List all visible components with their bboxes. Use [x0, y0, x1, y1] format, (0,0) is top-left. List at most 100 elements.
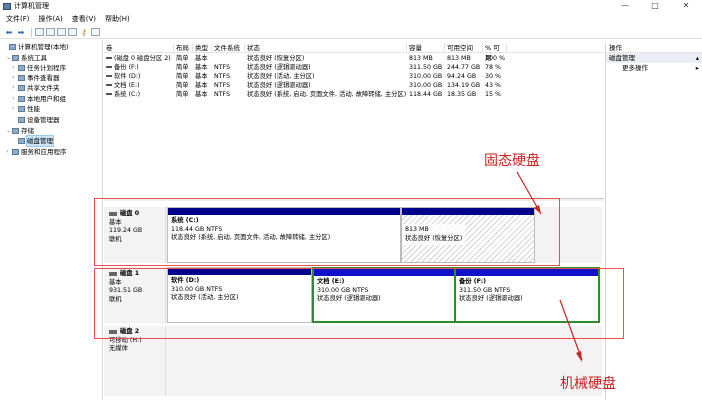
disk-info[interactable]: 磁盘 1 基本 931.51 GB 联机: [104, 267, 166, 323]
hdd-annotation-label: 机械硬盘: [560, 376, 616, 392]
partition-bar: [168, 208, 400, 215]
tree-item-shared-folders[interactable]: › 共享文件夹: [12, 83, 60, 93]
menu-action[interactable]: 操作(A): [39, 14, 63, 24]
disk-icon: [109, 212, 117, 217]
users-icon: [18, 96, 25, 102]
show-hide-tree-icon[interactable]: [46, 28, 55, 36]
tree-item-storage[interactable]: ⌄ 存储: [6, 126, 34, 136]
partition-e[interactable]: 文档 (E:) 310.00 GB NTFS 状态良好 (逻辑驱动器): [312, 267, 456, 323]
partition-name: 系统 (C:): [171, 217, 199, 224]
disk-size: 931.51 GB: [109, 287, 143, 294]
computer-management-icon: [3, 2, 11, 10]
services-icon: [12, 149, 19, 155]
tools-icon: [12, 55, 19, 61]
computer-icon: [9, 44, 16, 50]
menu-file[interactable]: 文件(F): [6, 14, 30, 24]
partition-text: 系统 (C:) 118.44 GB NTFS 状态良好 (系统, 启动, 页面文…: [168, 215, 400, 245]
tree-item-performance[interactable]: › 性能: [12, 104, 40, 114]
partition-f[interactable]: 备份 (F:) 311.50 GB NTFS 状态良好 (逻辑驱动器): [454, 267, 600, 323]
tree-item-label: 系统工具: [21, 54, 47, 62]
partition-bar: [314, 269, 454, 276]
tree-item-label: 共享文件夹: [27, 84, 60, 92]
tree-item-label: 服务和应用程序: [21, 148, 67, 156]
disk-info[interactable]: 磁盘 2 可移动 (H:) 无媒体: [104, 326, 166, 396]
disk-row-1: 磁盘 1 基本 931.51 GB 联机 软件 (D:) 310.00 GB N…: [104, 267, 602, 323]
key-icon[interactable]: ⚷: [79, 28, 89, 37]
tree-item-device-manager[interactable]: 设备管理器: [12, 115, 60, 125]
tree-item-label: 磁盘管理: [26, 135, 54, 147]
column-header-percent-free[interactable]: % 可用: [483, 43, 507, 62]
maximize-button[interactable]: □: [640, 0, 670, 12]
event-viewer-icon: [18, 75, 25, 81]
partition-recovery[interactable]: 813 MB 状态良好 (恢复分区): [401, 207, 535, 263]
partition-c[interactable]: 系统 (C:) 118.44 GB NTFS 状态良好 (系统, 启动, 页面文…: [167, 207, 401, 263]
disk-name-text: 磁盘 2: [120, 328, 140, 335]
partition-size: 310.00 GB NTFS: [317, 286, 369, 294]
back-arrow-icon[interactable]: ⬅: [4, 28, 14, 37]
tree-item-disk-management[interactable]: 磁盘管理: [12, 135, 54, 147]
disk-name-text: 磁盘 1: [120, 270, 140, 277]
partition-status: 状态良好 (活动, 主分区): [171, 294, 239, 301]
folder-up-icon[interactable]: [35, 28, 44, 36]
minimize-button[interactable]: —: [610, 0, 640, 12]
tree-item-label: 设备管理器: [27, 116, 60, 124]
forward-arrow-icon[interactable]: ➡: [16, 28, 26, 37]
column-header-capacity[interactable]: 容量: [407, 43, 445, 53]
volume-icon: [106, 66, 112, 68]
menu-view[interactable]: 查看(V): [72, 14, 96, 24]
cell-volume-text: 系统 (C:): [114, 91, 141, 98]
disk-size: 119.24 GB: [109, 227, 143, 234]
column-header-filesystem[interactable]: 文件系统: [212, 43, 245, 53]
more-actions-item[interactable]: 更多操作 ▸: [606, 63, 702, 73]
ssd-annotation-label: 固态硬盘: [484, 153, 540, 169]
partition-name: 软件 (D:): [171, 277, 200, 284]
actions-section-disk-management[interactable]: 磁盘管理 ▴: [606, 53, 702, 63]
column-header-volume[interactable]: 卷: [104, 43, 174, 53]
view-icon[interactable]: [91, 28, 100, 36]
table-row[interactable]: 系统 (C:) 简单 基本 NTFS 状态良好 (系统, 启动, 页面文件, 活…: [104, 90, 604, 100]
disk-status: 无媒体: [109, 345, 128, 352]
collapse-up-icon[interactable]: ▴: [696, 53, 699, 63]
partition-bar: [402, 208, 534, 215]
disk-info[interactable]: 磁盘 0 基本 119.24 GB 联机: [104, 207, 166, 263]
column-header-layout[interactable]: 布局: [174, 43, 193, 53]
cell-volume: 系统 (C:): [104, 90, 174, 100]
disk-type: 基本: [109, 278, 122, 286]
menu-help[interactable]: 帮助(H): [105, 14, 130, 24]
cell-volume-text: 文档 (E:): [114, 82, 140, 89]
cell-percent-free: 15 %: [485, 91, 501, 98]
pane-splitter[interactable]: [104, 198, 604, 201]
column-header-status[interactable]: 状态: [245, 43, 407, 53]
column-header-free-space[interactable]: 可用空间: [445, 43, 483, 53]
disk-name: 磁盘 1: [109, 270, 165, 279]
cell-type: 基本: [195, 91, 208, 98]
help-icon[interactable]: [57, 28, 66, 36]
disk-status: 联机: [109, 295, 122, 303]
tree-item-event-viewer[interactable]: › 事件查看器: [12, 73, 60, 83]
tree-item-services-apps[interactable]: › 服务和应用程序: [6, 147, 67, 157]
partition-bar: [168, 268, 311, 275]
column-header-type[interactable]: 类型: [193, 43, 212, 53]
title-bar: 计算机管理: [0, 0, 702, 12]
partition-status: 状态良好 (逻辑驱动器): [317, 295, 381, 302]
cell-volume-text: 软件 (D:): [114, 73, 141, 80]
close-button[interactable]: ✕: [671, 0, 701, 12]
partition-text: 文档 (E:) 310.00 GB NTFS 状态良好 (逻辑驱动器): [314, 276, 454, 306]
toolbar-separator: [31, 27, 32, 37]
tree-item-computer-management[interactable]: 计算机管理(本地): [3, 42, 69, 52]
disk-name: 磁盘 2: [109, 328, 165, 337]
more-actions-label: 更多操作: [622, 64, 648, 72]
tree-item-system-tools[interactable]: ⌄ 系统工具: [6, 53, 47, 63]
disk-name-text: 磁盘 0: [120, 210, 140, 217]
cell-volume-text: 备份 (F:): [114, 64, 139, 71]
partition-size: 813 MB: [405, 226, 429, 233]
tree-item-task-scheduler[interactable]: › 任务计划程序: [12, 63, 66, 73]
disk-row-2: 磁盘 2 可移动 (H:) 无媒体: [104, 326, 602, 396]
menu-bar: 文件(F) 操作(A) 查看(V) 帮助(H): [0, 13, 702, 25]
tree-item-local-users[interactable]: › 本地用户和组: [12, 94, 66, 104]
properties-icon[interactable]: [68, 28, 77, 36]
volume-icon: [106, 57, 112, 59]
storage-icon: [12, 128, 19, 134]
partition-d[interactable]: 软件 (D:) 310.00 GB NTFS 状态良好 (活动, 主分区): [167, 267, 312, 323]
tree-item-label: 本地用户和组: [27, 95, 66, 103]
